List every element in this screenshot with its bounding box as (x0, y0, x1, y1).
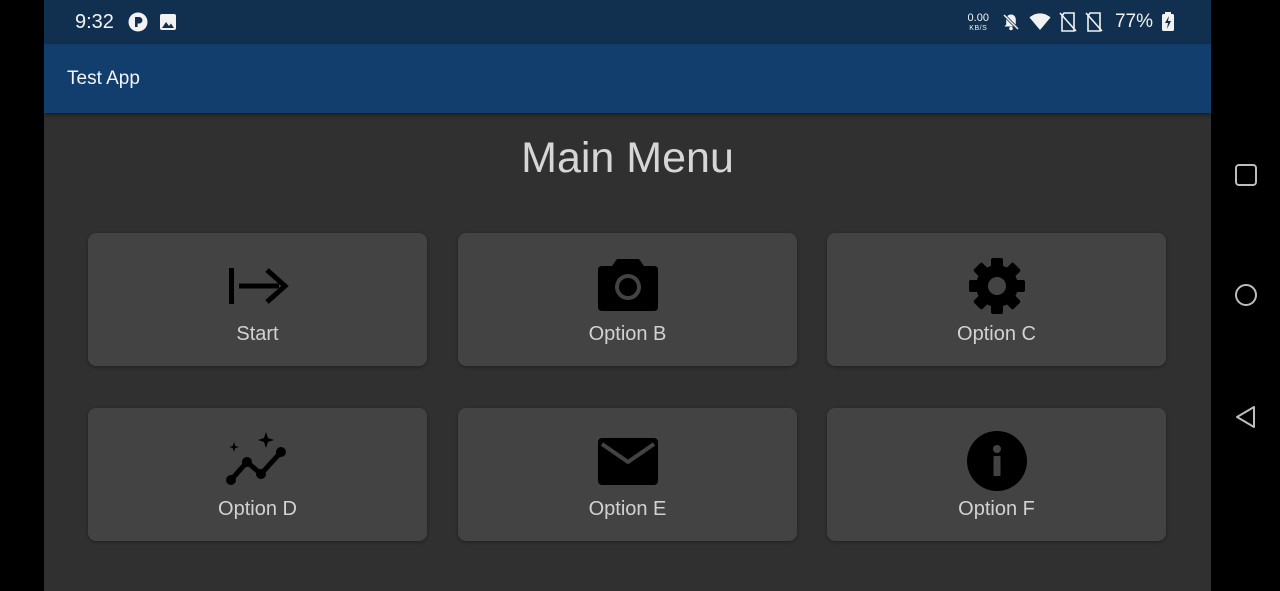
option-b-button[interactable]: Option B (458, 233, 797, 366)
no-sim-icon (1085, 12, 1103, 32)
back-icon[interactable] (1233, 404, 1259, 430)
no-sim-icon (1059, 12, 1077, 32)
option-e-label: Option E (588, 498, 667, 520)
page-title: Main Menu (521, 134, 734, 182)
option-d-button[interactable]: Option D (88, 408, 427, 541)
status-bar: 9:32 0.00 KB/S 77% (44, 0, 1211, 44)
option-c-label: Option C (957, 323, 1036, 345)
battery-percent: 77% (1114, 11, 1153, 32)
app-title: Test App (67, 68, 140, 89)
network-speed-unit: KB/S (969, 24, 988, 32)
mail-icon (597, 438, 658, 485)
start-label: Start (236, 323, 279, 345)
gear-icon (968, 258, 1025, 314)
bell-off-icon (1002, 13, 1020, 31)
option-f-label: Option F (958, 498, 1035, 520)
info-icon (966, 431, 1027, 491)
camera-icon (597, 259, 658, 311)
network-speed-value: 0.00 (967, 11, 989, 24)
start-arrow-icon (228, 268, 289, 304)
navigation-bar (1211, 0, 1280, 591)
option-e-button[interactable]: Option E (458, 408, 797, 541)
option-d-label: Option D (218, 498, 297, 520)
network-speed: 0.00 KB/S (967, 11, 989, 32)
battery-charging-icon (1162, 12, 1174, 31)
recent-apps-icon[interactable] (1233, 162, 1259, 188)
option-b-label: Option B (588, 323, 667, 345)
sparkle-chart-icon (225, 432, 286, 485)
status-time: 9:32 (75, 11, 114, 33)
start-button[interactable]: Start (88, 233, 427, 366)
app-bar: Test App (44, 44, 1211, 113)
app-notification-icon (128, 12, 148, 32)
option-f-button[interactable]: Option F (827, 408, 1166, 541)
home-icon[interactable] (1233, 282, 1259, 308)
wifi-icon (1029, 13, 1051, 30)
option-c-button[interactable]: Option C (827, 233, 1166, 366)
image-icon (160, 14, 176, 30)
status-icons: 0.00 KB/S 77% (968, 10, 1175, 34)
app-screen: 9:32 0.00 KB/S 77% Test App Main Menu St… (44, 0, 1211, 591)
